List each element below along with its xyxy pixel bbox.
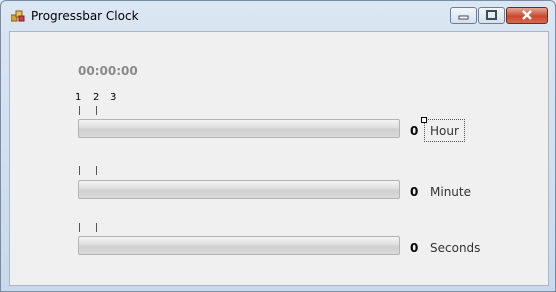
title-bar[interactable]: Progressbar Clock [1, 1, 555, 31]
hour-value: 0 [410, 124, 419, 138]
seconds-tick-mark [96, 223, 97, 232]
client-area: 00:00:00 1 2 3 0 Hour 0 Minute 0 Seconds [9, 31, 549, 286]
minute-progressbar [78, 180, 400, 199]
hour-tick-mark [96, 106, 97, 115]
app-icon [11, 10, 25, 22]
minute-tick-mark [79, 166, 80, 175]
maximize-icon [486, 10, 497, 20]
seconds-tick-mark [79, 223, 80, 232]
minimize-icon [458, 15, 469, 20]
hour-tick-mark [79, 106, 80, 115]
minute-label: Minute [430, 185, 471, 199]
window-title: Progressbar Clock [31, 9, 139, 23]
maximize-button[interactable] [478, 7, 505, 24]
hour-progressbar [78, 119, 400, 138]
close-icon [522, 10, 532, 20]
seconds-label: Seconds [430, 241, 481, 255]
hour-label-focus-outline [424, 119, 465, 142]
close-button[interactable] [506, 7, 548, 24]
seconds-value: 0 [410, 241, 419, 255]
tick-label-1: 1 [75, 92, 82, 103]
minute-tick-mark [96, 166, 97, 175]
resize-handle[interactable] [421, 117, 427, 123]
clock-time: 00:00:00 [78, 64, 138, 78]
seconds-progressbar [78, 236, 400, 255]
minimize-button[interactable] [450, 7, 477, 24]
app-window: Progressbar Clock 00:00:00 1 2 3 0 Hour … [0, 0, 556, 292]
minute-value: 0 [410, 185, 419, 199]
tick-label-3: 3 [110, 92, 117, 103]
tick-label-2: 2 [93, 92, 100, 103]
